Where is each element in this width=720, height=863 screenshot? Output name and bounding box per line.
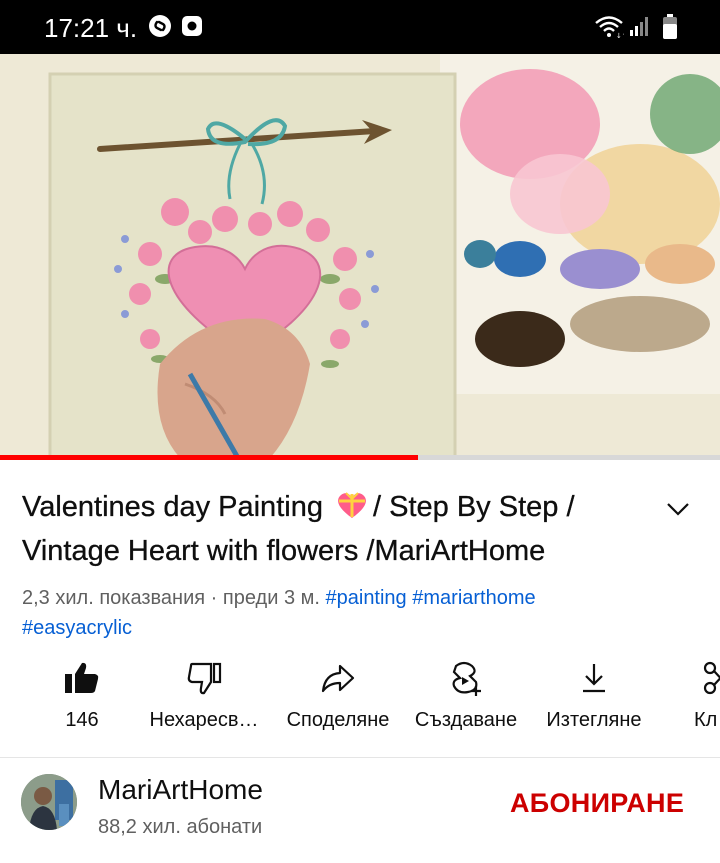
create-label: Създаване <box>414 709 518 731</box>
meta-separator: · <box>210 587 218 609</box>
video-title-block[interactable]: Valentines day Painting / Step By Step /… <box>22 485 642 573</box>
download-label: Изтегляне <box>546 709 642 731</box>
battery-icon <box>663 14 677 39</box>
share-label: Споделяне <box>286 709 390 731</box>
progress-fill <box>0 455 418 460</box>
signal-icon <box>630 17 648 36</box>
create-icon <box>452 661 481 696</box>
subscribe-button[interactable]: АБОНИРАНЕ <box>510 788 684 819</box>
channel-name[interactable]: MariArtHome <box>98 774 263 806</box>
clip-icon <box>703 661 720 695</box>
dislike-label: Нехаресв… <box>149 709 259 731</box>
create-button[interactable]: Създаване <box>404 652 528 742</box>
hashtag-link[interactable]: #mariarthome <box>412 587 535 609</box>
shazam-icon <box>149 15 171 37</box>
avatar[interactable] <box>21 774 77 830</box>
avatar-image <box>21 774 77 830</box>
like-button[interactable]: 146 <box>44 652 120 742</box>
video-title: Valentines day Painting / Step By Step /… <box>22 485 642 573</box>
action-bar: 146 Нехаресв… Споделяне Създаване Изтегл… <box>0 652 720 742</box>
title-part1: Valentines day Painting <box>22 491 323 523</box>
video-meta: 2,3 хил. показвания · преди 3 м. #painti… <box>22 583 702 643</box>
dislike-icon <box>187 662 222 695</box>
status-time: 17:21 ч. <box>44 13 138 43</box>
view-count: 2,3 хил. показвания <box>22 587 206 609</box>
subscriber-count: 88,2 хил. абонати <box>98 816 263 838</box>
hashtag-link[interactable]: #painting <box>326 587 407 609</box>
like-icon <box>65 662 99 693</box>
like-count: 146 <box>65 709 99 731</box>
clip-button[interactable]: Кл <box>690 652 720 742</box>
sparkling-heart-gift-icon <box>338 492 366 518</box>
chevron-down-icon[interactable] <box>660 494 696 524</box>
video-player[interactable] <box>0 54 720 458</box>
status-bar: 17:21 ч. ↓↑ <box>0 0 720 54</box>
share-button[interactable]: Споделяне <box>278 652 398 742</box>
share-icon <box>321 664 355 693</box>
video-frame <box>0 54 720 458</box>
hashtag-link[interactable]: #easyacrylic <box>22 617 132 639</box>
upload-age: преди 3 м. <box>222 587 320 609</box>
svg-text:↓↑: ↓↑ <box>616 32 624 38</box>
download-icon <box>583 664 605 693</box>
clip-label: Кл <box>694 709 718 731</box>
download-button[interactable]: Изтегляне <box>534 652 654 742</box>
wifi-icon: ↓↑ <box>595 16 624 38</box>
divider <box>0 757 720 758</box>
record-icon <box>182 16 202 36</box>
progress-bar[interactable] <box>0 455 720 460</box>
dislike-button[interactable]: Нехаресв… <box>140 652 268 742</box>
